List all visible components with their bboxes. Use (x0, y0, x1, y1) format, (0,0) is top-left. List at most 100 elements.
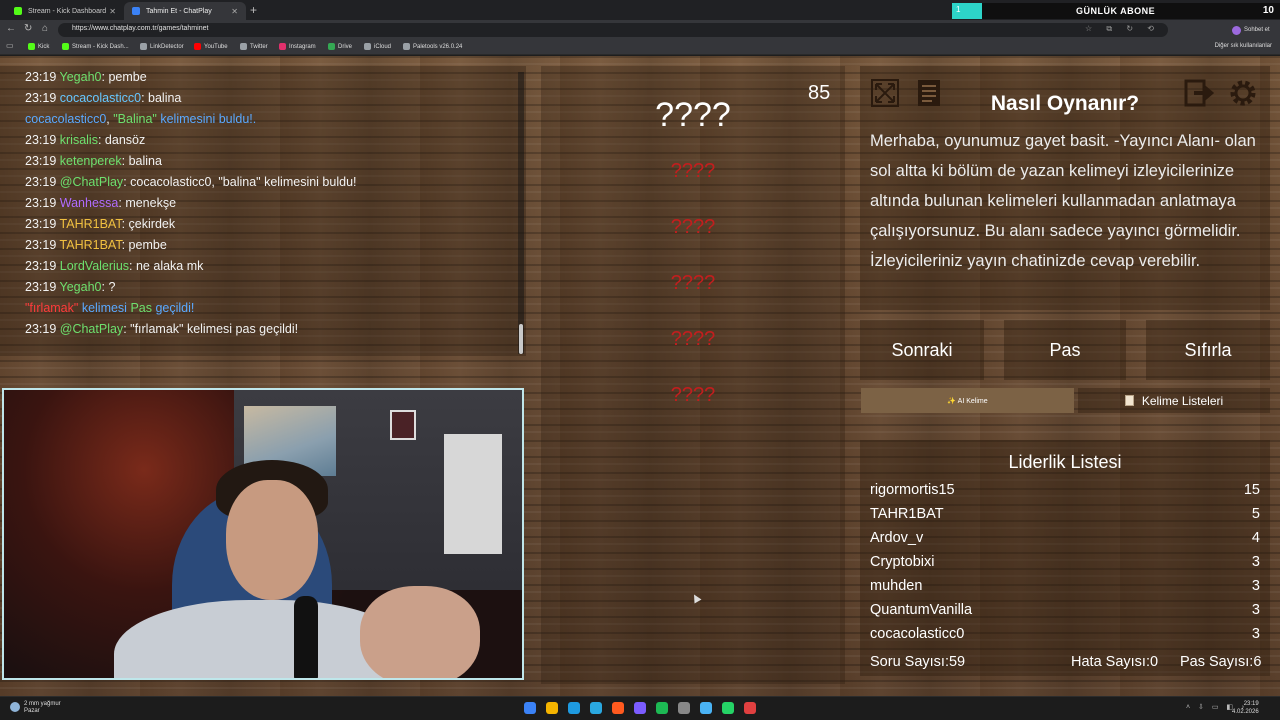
player-name: Ardov_v (870, 530, 924, 546)
pass-button[interactable]: Pas (1004, 320, 1126, 380)
bookmark-linkdetector[interactable]: LinkDetector (140, 43, 184, 50)
leaderboard-row: rigormortis15 15 (870, 482, 1260, 502)
how-to-play-text: Merhaba, oyunumuz gayet basit. -Yayıncı … (870, 132, 1256, 270)
chat-text: menekşe (125, 196, 177, 210)
clock-time: 23:19 (1243, 701, 1259, 707)
chat-timestamp: 23:19 (25, 259, 57, 273)
chat-username[interactable]: Wanhessa (60, 196, 119, 210)
taskbar-app-icon[interactable] (546, 702, 558, 714)
leaderboard-row: cocacolasticc0 3 (870, 626, 1260, 646)
taskbar-app-icon[interactable] (722, 702, 734, 714)
apps-icon[interactable]: ▭ (6, 41, 14, 50)
profile-chat-button[interactable]: Sohbet et (1232, 23, 1270, 37)
taskbar-app-icon[interactable] (700, 702, 712, 714)
taskbar-app-icon[interactable] (678, 702, 690, 714)
chat-message: cocacolasticc0, "Balina" kelimesini buld… (25, 112, 256, 126)
chat-timestamp: 23:19 (25, 280, 57, 294)
home-icon[interactable]: ⌂ (42, 23, 48, 34)
player-score: 3 (1251, 626, 1260, 642)
how-to-play-panel: Nasıl Oynanır? Merhaba, oyunumuz gayet b… (860, 66, 1270, 310)
chatplay-favicon-icon (132, 7, 140, 15)
chat-message: 23:19 cocacolasticc0: balina (25, 91, 181, 105)
chat-timestamp: 23:19 (25, 196, 57, 210)
player-score: 4 (1251, 530, 1260, 546)
tab-chatplay[interactable]: Tahmin Et - ChatPlay ✕ (124, 2, 246, 20)
icloud-icon (364, 43, 371, 50)
bookmark-paletools[interactable]: Paletools v26.0.24 (403, 43, 462, 50)
chat-username[interactable]: @ChatPlay (60, 322, 123, 336)
next-button[interactable]: Sonraki (860, 320, 984, 380)
word-lists-label: Kelime Listeleri (1141, 393, 1224, 408)
chat-username[interactable]: Yegah0 (60, 70, 102, 84)
microphone (294, 596, 318, 678)
chat-username[interactable]: Yegah0 (60, 280, 102, 294)
word-lists-button[interactable]: Kelime Listeleri (1078, 388, 1270, 413)
chat-username[interactable]: ketenperek (60, 154, 122, 168)
url-text: https://www.chatplay.com.tr/games/tahmin… (72, 25, 209, 32)
chat-username[interactable]: TAHR1BAT (60, 238, 122, 252)
system-clock[interactable]: 23:19 4.02.2026 (1232, 700, 1259, 716)
chat-username[interactable]: TAHR1BAT (60, 217, 122, 231)
player-score: 15 (1243, 482, 1260, 498)
taskbar-app-icon[interactable] (634, 702, 646, 714)
bookmark-label: LinkDetector (150, 43, 184, 50)
chat-message: 23:19 @ChatPlay: cocacolasticc0, "balina… (25, 175, 357, 189)
webcam-feed (2, 388, 524, 680)
game-page: 23:19 Yegah0: pembe 23:19 cocacolasticc0:… (0, 56, 1280, 696)
bookmark-icloud[interactable]: iCloud (364, 43, 391, 50)
new-tab-plus-icon[interactable]: + (250, 3, 257, 17)
chat-timestamp: 23:19 (25, 70, 57, 84)
bookmark-label: Stream - Kick Dash... (72, 43, 129, 50)
bookmarks-bar: ▭ Kick Stream - Kick Dash... LinkDetecto… (0, 40, 1280, 55)
reload-icon[interactable]: ↻ (24, 23, 32, 34)
chat-timestamp: 23:19 (25, 322, 57, 336)
youtube-icon (194, 43, 201, 50)
drive-icon (328, 43, 335, 50)
taskbar-app-icon[interactable] (744, 702, 756, 714)
player-name: rigormortis15 (870, 482, 955, 498)
url-input[interactable]: https://www.chatplay.com.tr/games/tahmin… (58, 23, 1168, 37)
other-bookmarks[interactable]: Diğer sık kullanılanlar (1215, 43, 1272, 49)
gear-icon[interactable] (1226, 76, 1260, 110)
chat-username[interactable]: @ChatPlay (60, 175, 123, 189)
chat-username[interactable]: cocacolasticc0 (60, 91, 141, 105)
chat-scrollbar[interactable] (518, 72, 524, 354)
ai-word-button[interactable]: ✨ AI Kelime (861, 388, 1074, 413)
bookmark-kick[interactable]: Kick (28, 43, 49, 50)
bookmark-youtube[interactable]: YouTube (194, 43, 228, 50)
back-arrow-icon[interactable]: ← (6, 23, 16, 34)
chat-username[interactable]: "fırlamak" (25, 301, 78, 315)
close-tab-icon[interactable]: ✕ (109, 7, 116, 16)
player-score: 5 (1251, 506, 1260, 522)
bookmark-instagram[interactable]: Instagram (279, 43, 316, 50)
taboo-word: ???? (670, 160, 716, 182)
chat-separator: : (121, 217, 129, 231)
taboo-word: ???? (670, 216, 716, 238)
leaderboard-row: TAHR1BAT 5 (870, 506, 1260, 526)
taskbar-app-icon[interactable] (568, 702, 580, 714)
chat-username[interactable]: krisalis (60, 133, 98, 147)
document-icon (1124, 395, 1134, 406)
tab-kick-dashboard[interactable]: Stream - Kick Dashboard ✕ (6, 2, 124, 20)
bookmark-twitter[interactable]: Twitter (240, 43, 268, 50)
chat-username[interactable]: cocacolasticc0 (25, 112, 106, 126)
reset-button[interactable]: Sıfırla (1146, 320, 1270, 380)
taskbar-app-icon[interactable] (656, 702, 668, 714)
bookmark-kick-dashboard[interactable]: Stream - Kick Dash... (62, 43, 129, 50)
taskbar-app-icon[interactable] (590, 702, 602, 714)
taskbar-app-icon[interactable] (612, 702, 624, 714)
chat-highlight: "Balina" (113, 112, 157, 126)
chat-timestamp: 23:19 (25, 175, 57, 189)
bookmark-label: Kick (38, 43, 50, 50)
leaderboard-row: QuantumVanilla 3 (870, 602, 1260, 622)
taskbar-app-icon[interactable] (524, 702, 536, 714)
chat-username[interactable]: LordValerius (60, 259, 129, 273)
scrollbar-thumb[interactable] (519, 324, 523, 354)
player-name: TAHR1BAT (870, 506, 944, 522)
bookmark-label: Instagram (289, 43, 316, 50)
chat-highlight: kelimesi (81, 301, 127, 315)
bookmark-drive[interactable]: Drive (328, 43, 352, 50)
address-bar-icons[interactable]: ☆ ⧉ ↻ ⟲ (1085, 24, 1160, 34)
logout-icon[interactable] (1182, 76, 1216, 110)
close-tab-icon[interactable]: ✕ (231, 7, 238, 16)
